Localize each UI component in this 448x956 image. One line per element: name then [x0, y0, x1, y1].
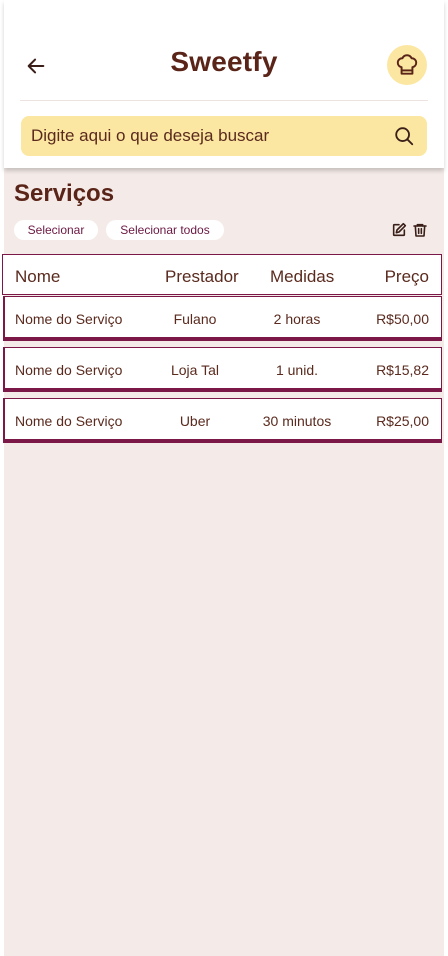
cell-nome: Nome do Serviço: [15, 413, 123, 429]
cell-preco: R$25,00: [376, 413, 429, 429]
cell-prestador: Fulano: [173, 311, 217, 327]
select-all-button[interactable]: Selecionar todos: [106, 220, 224, 240]
page-title: Serviços: [14, 180, 115, 207]
column-header-nome: Nome: [15, 267, 61, 286]
search-button[interactable]: [391, 123, 417, 149]
cell-prestador: Loja Tal: [170, 362, 219, 378]
table-row[interactable]: Nome do Serviço Loja Tal 1 unid. R$15,82: [3, 347, 442, 392]
cell-medidas: 30 minutos: [262, 413, 332, 429]
search-bar: [21, 116, 427, 156]
search-input[interactable]: [31, 126, 391, 146]
cell-nome: Nome do Serviço: [15, 362, 123, 378]
top-bar: Sweetfy: [4, 0, 444, 168]
cell-prestador: Uber: [179, 413, 211, 429]
column-header-prestador: Prestador: [165, 267, 239, 286]
app-title: Sweetfy: [170, 46, 278, 77]
cell-nome: Nome do Serviço: [15, 311, 123, 327]
edit-button[interactable]: [390, 221, 408, 239]
select-button[interactable]: Selecionar: [14, 220, 98, 240]
search-icon: [395, 127, 414, 146]
column-header-medidas: Medidas: [270, 267, 335, 286]
table-row[interactable]: Nome do Serviço Uber 30 minutos R$25,00: [3, 398, 442, 443]
app-screen: Sweetfy Serviços Selecionar Selecionar t…: [0, 0, 448, 956]
edit-icon: [392, 222, 407, 237]
column-header-preco: Preço: [384, 267, 429, 286]
table-header: Nome Prestador Medidas Preço: [2, 254, 442, 295]
cell-preco: R$15,82: [376, 362, 429, 378]
cell-medidas: 1 unid.: [275, 362, 319, 378]
trash-icon: [413, 223, 427, 237]
table-row[interactable]: Nome do Serviço Fulano 2 horas R$50,00: [3, 296, 442, 341]
chef-hat-icon: [396, 54, 418, 75]
profile-button[interactable]: [387, 45, 427, 85]
cell-preco: R$50,00: [376, 311, 429, 327]
cell-medidas: 2 horas: [273, 311, 321, 327]
delete-button[interactable]: [411, 221, 429, 239]
header-divider: [20, 100, 428, 101]
